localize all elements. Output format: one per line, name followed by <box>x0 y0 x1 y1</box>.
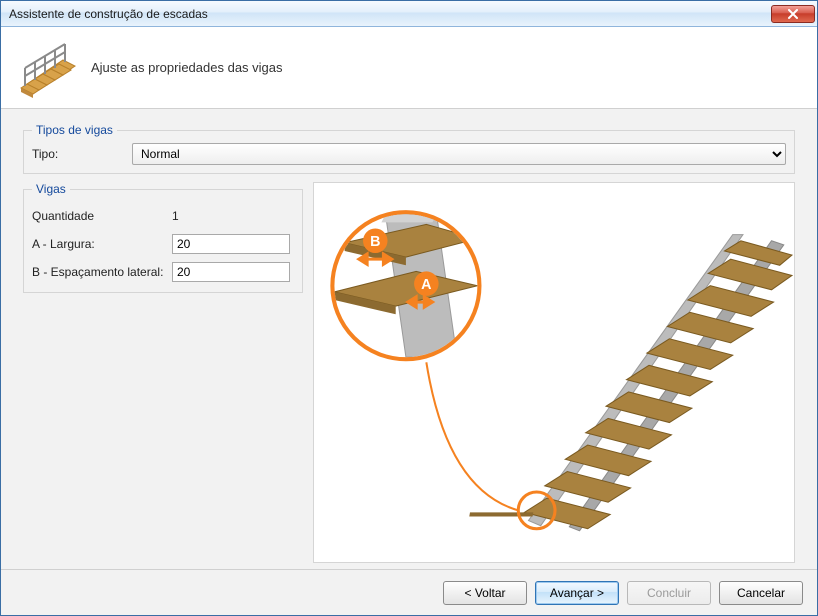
tipo-dropdown[interactable]: Normal <box>132 143 786 165</box>
close-icon <box>787 9 799 19</box>
espacamento-label: B - Espaçamento lateral: <box>32 265 172 279</box>
wizard-step-heading: Ajuste as propriedades das vigas <box>91 60 283 75</box>
largura-label: A - Largura: <box>32 237 172 251</box>
largura-input[interactable] <box>172 234 290 254</box>
quantidade-value: 1 <box>172 209 290 223</box>
quantidade-label: Quantidade <box>32 209 172 223</box>
wizard-content: Tipos de vigas Tipo: Normal Vigas Quanti… <box>1 109 817 569</box>
callout-a-label: A <box>421 277 431 293</box>
callout-connector <box>426 362 518 510</box>
window-title: Assistente de construção de escadas <box>9 7 208 21</box>
finish-button: Concluir <box>627 581 711 605</box>
espacamento-input[interactable] <box>172 262 290 282</box>
close-button[interactable] <box>771 5 815 23</box>
back-button[interactable]: < Voltar <box>443 581 527 605</box>
row-espacamento: B - Espaçamento lateral: <box>32 260 294 284</box>
callout-b-label: B <box>370 234 380 250</box>
preview-panel: B A <box>313 182 795 563</box>
wizard-footer: < Voltar Avançar > Concluir Cancelar <box>1 569 817 615</box>
stair-preview-illustration: B A <box>314 183 794 562</box>
row-largura: A - Largura: <box>32 232 294 256</box>
stair-thumbnail-icon <box>17 38 77 98</box>
callout-large: B A <box>332 212 479 359</box>
next-button[interactable]: Avançar > <box>535 581 619 605</box>
cancel-button[interactable]: Cancelar <box>719 581 803 605</box>
row-quantidade: Quantidade 1 <box>32 204 294 228</box>
group-vigas: Vigas Quantidade 1 A - Largura: B - Espa… <box>23 182 303 293</box>
group-legend-tipos: Tipos de vigas <box>32 123 117 137</box>
titlebar: Assistente de construção de escadas <box>1 1 817 27</box>
group-tipos-de-vigas: Tipos de vigas Tipo: Normal <box>23 123 795 174</box>
wizard-header: Ajuste as propriedades das vigas <box>1 27 817 109</box>
wizard-window: Assistente de construção de escadas <box>0 0 818 616</box>
group-legend-vigas: Vigas <box>32 182 70 196</box>
tipo-label: Tipo: <box>32 147 122 161</box>
